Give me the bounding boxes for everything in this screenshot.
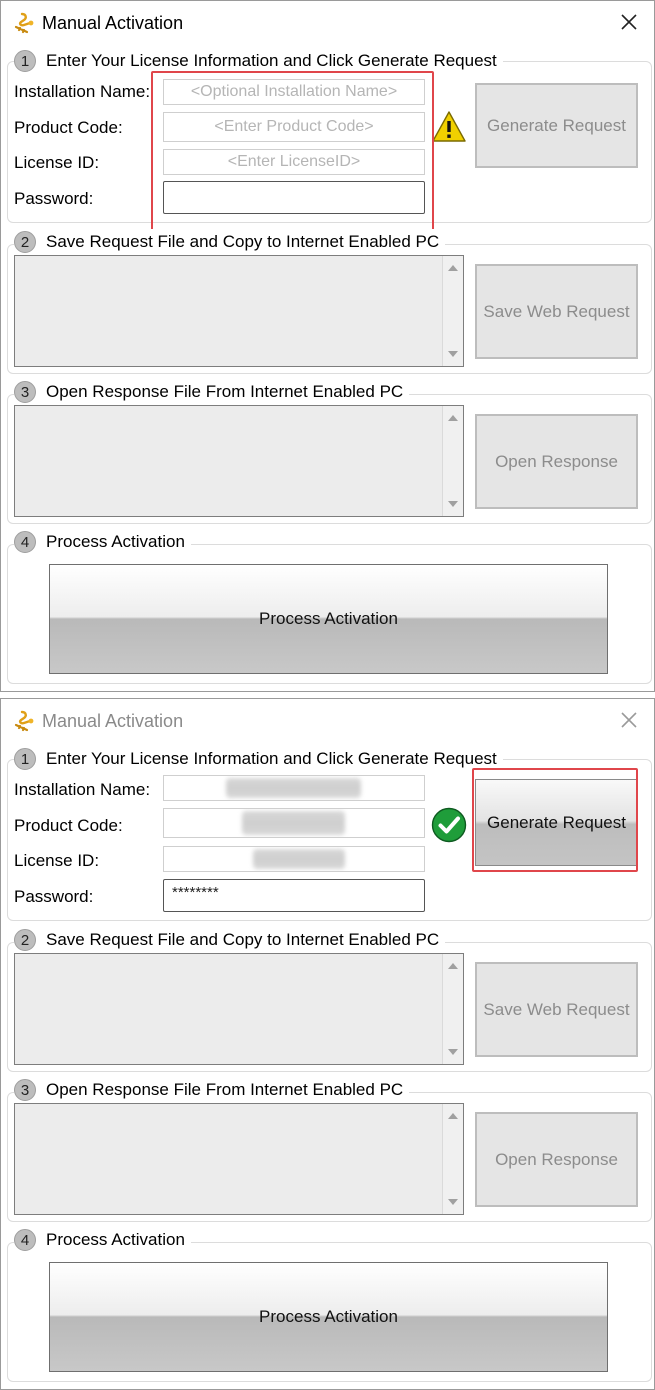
close-icon[interactable] [618, 11, 640, 33]
open-response-button[interactable]: Open Response [475, 414, 638, 509]
product-code-label: Product Code: [14, 816, 123, 835]
step1-label: Enter Your License Information and Click… [46, 51, 497, 70]
save-web-request-button[interactable]: Save Web Request [475, 962, 638, 1057]
window-title: Manual Activation [42, 13, 184, 33]
redacted-value [253, 849, 345, 869]
step-number: 2 [14, 929, 36, 951]
step4-label: Process Activation [46, 532, 185, 551]
title-bar: Manual Activation [1, 1, 654, 47]
scroll-down-icon[interactable] [448, 1199, 458, 1205]
password-input[interactable]: ******** [163, 879, 425, 912]
product-code-input[interactable] [163, 808, 425, 838]
step2-label: Save Request File and Copy to Internet E… [46, 930, 440, 949]
redacted-value [226, 778, 361, 798]
password-label: Password: [14, 887, 94, 906]
manual-activation-window-before: Manual Activation 1 Enter Your License I… [0, 0, 655, 692]
license-id-label: License ID: [14, 153, 100, 172]
password-input[interactable] [163, 181, 425, 214]
step4-header: 4 Process Activation [14, 529, 191, 555]
app-key-icon [14, 710, 34, 732]
process-activation-button[interactable]: Process Activation [49, 1262, 608, 1372]
step3-label: Open Response File From Internet Enabled… [46, 1080, 404, 1099]
save-web-request-button[interactable]: Save Web Request [475, 264, 638, 359]
step1-header: 1 Enter Your License Information and Cli… [14, 48, 503, 74]
response-textarea[interactable] [14, 405, 464, 517]
step-number: 3 [14, 381, 36, 403]
scrollbar[interactable] [442, 256, 463, 366]
password-label: Password: [14, 189, 94, 208]
open-response-button[interactable]: Open Response [475, 1112, 638, 1207]
license-id-input[interactable]: <Enter LicenseID> [163, 149, 425, 175]
license-id-label: License ID: [14, 851, 100, 870]
manual-activation-window-after: Manual Activation 1 Enter Your License I… [0, 698, 655, 1390]
installation-name-label: Installation Name: [14, 780, 151, 799]
step3-header: 3 Open Response File From Internet Enabl… [14, 1077, 410, 1103]
scroll-down-icon[interactable] [448, 501, 458, 507]
scroll-up-icon[interactable] [448, 265, 458, 271]
step1-label: Enter Your License Information and Click… [46, 749, 497, 768]
warning-icon [432, 111, 466, 142]
installation-name-input[interactable]: <Optional Installation Name> [163, 79, 425, 105]
step4-label: Process Activation [46, 1230, 185, 1249]
step-number: 1 [14, 748, 36, 770]
scrollbar[interactable] [442, 406, 463, 516]
app-key-icon [14, 12, 34, 34]
product-code-input[interactable]: <Enter Product Code> [163, 112, 425, 142]
request-textarea[interactable] [14, 255, 464, 367]
step-number: 1 [14, 50, 36, 72]
scrollbar[interactable] [442, 954, 463, 1064]
step3-header: 3 Open Response File From Internet Enabl… [14, 379, 410, 405]
scrollbar[interactable] [442, 1104, 463, 1214]
scroll-up-icon[interactable] [448, 415, 458, 421]
product-code-label: Product Code: [14, 118, 123, 137]
scroll-down-icon[interactable] [448, 351, 458, 357]
step-number: 4 [14, 1229, 36, 1251]
step-number: 3 [14, 1079, 36, 1101]
step-number: 4 [14, 531, 36, 553]
step4-header: 4 Process Activation [14, 1227, 191, 1253]
step2-label: Save Request File and Copy to Internet E… [46, 232, 440, 251]
request-textarea[interactable] [14, 953, 464, 1065]
title-bar: Manual Activation [1, 699, 654, 745]
installation-name-label: Installation Name: [14, 82, 151, 101]
scroll-down-icon[interactable] [448, 1049, 458, 1055]
step3-label: Open Response File From Internet Enabled… [46, 382, 404, 401]
license-id-input[interactable] [163, 846, 425, 872]
step2-header: 2 Save Request File and Copy to Internet… [14, 927, 446, 953]
generate-request-button[interactable]: Generate Request [475, 779, 638, 866]
close-icon[interactable] [618, 709, 640, 731]
step2-header: 2 Save Request File and Copy to Internet… [14, 229, 446, 255]
response-textarea[interactable] [14, 1103, 464, 1215]
checkmark-icon [431, 807, 467, 843]
redacted-value [242, 811, 345, 835]
step1-header: 1 Enter Your License Information and Cli… [14, 746, 503, 772]
scroll-up-icon[interactable] [448, 1113, 458, 1119]
generate-request-button[interactable]: Generate Request [475, 83, 638, 168]
installation-name-input[interactable] [163, 775, 425, 801]
process-activation-button[interactable]: Process Activation [49, 564, 608, 674]
scroll-up-icon[interactable] [448, 963, 458, 969]
window-title: Manual Activation [42, 711, 184, 731]
step-number: 2 [14, 231, 36, 253]
